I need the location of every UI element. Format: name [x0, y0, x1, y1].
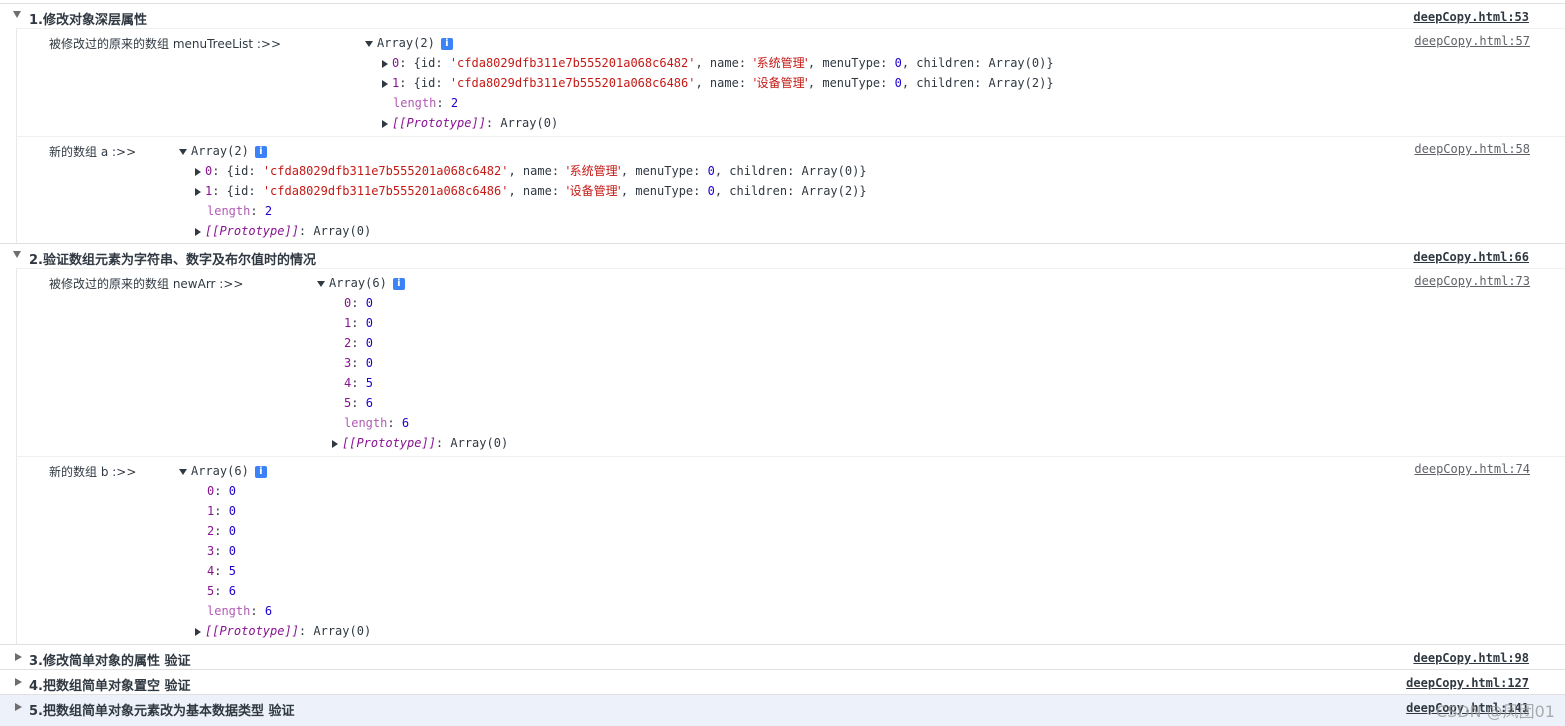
console-message: deepCopy.html:74 新的数组 b :>> Array(6) i 0:…	[16, 456, 1565, 644]
array-value: 5: 6	[344, 396, 373, 410]
length-property: length: 2	[207, 204, 273, 218]
prototype-node[interactable]: [[Prototype]]: Array(0)	[382, 113, 558, 133]
collapse-triangle-icon[interactable]	[13, 251, 21, 258]
array-item[interactable]: 1: {id: 'cfda8029dfb311e7b555201a068c648…	[382, 73, 1054, 93]
expand-triangle-icon[interactable]	[195, 627, 201, 636]
array-value: 4: 5	[344, 376, 373, 390]
console-message: deepCopy.html:57 被修改过的原来的数组 menuTreeList…	[16, 28, 1565, 136]
source-link[interactable]: deepCopy.html:58	[1414, 142, 1530, 156]
console-message: deepCopy.html:58 新的数组 a :>> Array(2) i 0:…	[16, 136, 1565, 243]
source-link[interactable]: deepCopy.html:74	[1414, 462, 1530, 476]
array-value: 0: 0	[344, 296, 373, 310]
console-group-header[interactable]: 2.验证数组元素为字符串、数字及布尔值时的情况 deepCopy.html:66	[0, 243, 1565, 268]
expand-triangle-icon[interactable]	[179, 468, 187, 475]
watermark: CSDN @凤团01	[1435, 702, 1555, 721]
expand-triangle-icon[interactable]	[365, 40, 373, 47]
prototype-node[interactable]: [[Prototype]]: Array(0)	[195, 621, 371, 641]
array-node[interactable]: Array(6) i	[317, 273, 405, 293]
length-property: length: 6	[207, 604, 273, 618]
log-label: 被修改过的原来的数组 menuTreeList :>>	[49, 37, 282, 51]
console-message: deepCopy.html:73 被修改过的原来的数组 newArr :>> A…	[16, 268, 1565, 456]
array-value: 0: 0	[207, 484, 236, 498]
array-value: 3: 0	[207, 544, 236, 558]
log-label: 被修改过的原来的数组 newArr :>>	[49, 277, 244, 291]
group-title: 5.把数组简单对象元素改为基本数据类型 验证	[29, 704, 295, 719]
log-label: 新的数组 b :>>	[49, 465, 137, 479]
array-value: 2: 0	[207, 524, 236, 538]
source-link[interactable]: deepCopy.html:73	[1414, 274, 1530, 288]
console-group-header[interactable]: 5.把数组简单对象元素改为基本数据类型 验证 deepCopy.html:141	[0, 694, 1565, 726]
array-item[interactable]: 0: {id: 'cfda8029dfb311e7b555201a068c648…	[195, 161, 867, 181]
group-title: 3.修改简单对象的属性 验证	[29, 654, 191, 669]
array-value: 3: 0	[344, 356, 373, 370]
expand-triangle-icon[interactable]	[179, 148, 187, 155]
info-icon[interactable]: i	[440, 37, 453, 50]
length-property: length: 2	[393, 96, 459, 110]
expand-triangle-icon[interactable]	[195, 187, 201, 196]
group-title: 1.修改对象深层属性	[29, 13, 147, 28]
prototype-node[interactable]: [[Prototype]]: Array(0)	[195, 221, 371, 241]
source-link[interactable]: deepCopy.html:66	[1413, 250, 1529, 264]
log-line: 新的数组 a :>>	[49, 142, 136, 162]
prototype-node[interactable]: [[Prototype]]: Array(0)	[332, 433, 508, 453]
expand-triangle-icon[interactable]	[195, 167, 201, 176]
log-line: 被修改过的原来的数组 newArr :>>	[49, 274, 243, 294]
array-value: 5: 6	[207, 584, 236, 598]
console-group-header[interactable]: 1.修改对象深层属性 deepCopy.html:53	[0, 3, 1565, 28]
expand-triangle-icon[interactable]	[317, 280, 325, 287]
source-link[interactable]: deepCopy.html:53	[1413, 10, 1529, 24]
info-icon[interactable]: i	[254, 145, 267, 158]
console-group-header[interactable]: 3.修改简单对象的属性 验证 deepCopy.html:98	[0, 644, 1565, 669]
log-line: 被修改过的原来的数组 menuTreeList :>>	[49, 34, 281, 54]
info-icon[interactable]: i	[392, 277, 405, 290]
console-group-header[interactable]: 4.把数组简单对象置空 验证 deepCopy.html:127	[0, 669, 1565, 694]
array-value: 4: 5	[207, 564, 236, 578]
expand-triangle-icon[interactable]	[195, 227, 201, 236]
expand-triangle-icon[interactable]	[332, 439, 338, 448]
source-link[interactable]: deepCopy.html:127	[1406, 676, 1529, 690]
array-item[interactable]: 0: {id: 'cfda8029dfb311e7b555201a068c648…	[382, 53, 1054, 73]
array-value: 1: 0	[207, 504, 236, 518]
expand-triangle-icon[interactable]	[382, 59, 388, 68]
array-node[interactable]: Array(2) i	[365, 33, 453, 53]
expand-triangle-icon[interactable]	[382, 79, 388, 88]
source-link[interactable]: deepCopy.html:98	[1413, 651, 1529, 665]
array-value: 2: 0	[344, 336, 373, 350]
array-value: 1: 0	[344, 316, 373, 330]
group-title: 4.把数组简单对象置空 验证	[29, 679, 191, 694]
expand-triangle-icon[interactable]	[15, 653, 22, 661]
array-node[interactable]: Array(2) i	[179, 141, 267, 161]
log-line: 新的数组 b :>>	[49, 462, 136, 482]
array-item[interactable]: 1: {id: 'cfda8029dfb311e7b555201a068c648…	[195, 181, 867, 201]
log-label: 新的数组 a :>>	[49, 145, 137, 159]
collapse-triangle-icon[interactable]	[13, 11, 21, 18]
expand-triangle-icon[interactable]	[15, 678, 22, 686]
expand-triangle-icon[interactable]	[382, 119, 388, 128]
expand-triangle-icon[interactable]	[15, 703, 22, 711]
array-node[interactable]: Array(6) i	[179, 461, 267, 481]
info-icon[interactable]: i	[254, 465, 267, 478]
group-title: 2.验证数组元素为字符串、数字及布尔值时的情况	[29, 253, 316, 268]
source-link[interactable]: deepCopy.html:57	[1414, 34, 1530, 48]
length-property: length: 6	[344, 416, 410, 430]
